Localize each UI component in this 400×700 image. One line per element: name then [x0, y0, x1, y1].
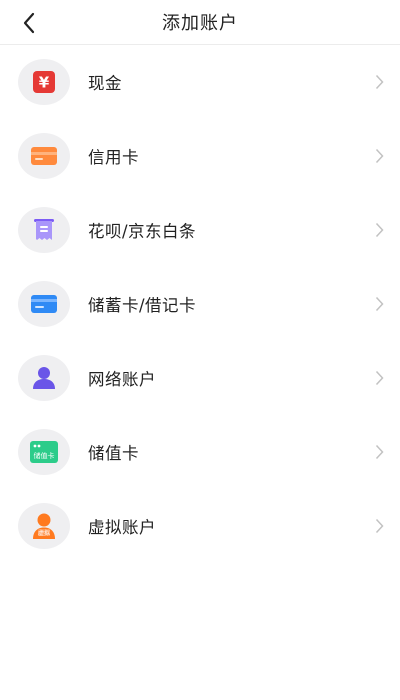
account-type-label: 储蓄卡/借记卡 — [88, 296, 197, 315]
chevron-right-icon — [372, 442, 386, 462]
page-title: 添加账户 — [162, 13, 238, 34]
virtual-user-icon: 虚拟 — [29, 512, 59, 540]
account-type-label: 虚拟账户 — [88, 518, 156, 537]
back-button[interactable] — [14, 8, 44, 38]
account-type-huabei-baitiao[interactable]: 花呗/京东白条 — [0, 193, 400, 267]
account-type-label: 信用卡 — [88, 148, 139, 167]
user-icon — [30, 365, 58, 391]
user-icon-container — [18, 355, 70, 401]
stored-value-card-icon: 储值卡 — [29, 440, 59, 464]
receipt-icon-container — [18, 207, 70, 253]
credit-card-icon-container — [18, 133, 70, 179]
receipt-icon — [31, 217, 57, 243]
debit-card-icon — [30, 293, 58, 315]
svg-text:虚拟: 虚拟 — [38, 529, 50, 537]
chevron-right-icon — [372, 368, 386, 388]
virtual-user-icon-container: 虚拟 — [18, 503, 70, 549]
cash-icon-container: ¥ — [18, 59, 70, 105]
account-type-online-account[interactable]: 网络账户 — [0, 341, 400, 415]
stored-value-card-icon-container: 储值卡 — [18, 429, 70, 475]
header-bar: 添加账户 — [0, 0, 400, 45]
credit-card-icon — [30, 145, 58, 167]
account-type-label: 储值卡 — [88, 444, 139, 463]
account-type-list: ¥ 现金 信用卡 花呗/京东白条 储蓄卡/借记卡 网络账户 储值卡 储值卡 虚拟… — [0, 45, 400, 563]
account-type-cash[interactable]: ¥ 现金 — [0, 45, 400, 119]
chevron-left-icon — [22, 12, 36, 34]
chevron-right-icon — [372, 72, 386, 92]
debit-card-icon-container — [18, 281, 70, 327]
chevron-right-icon — [372, 146, 386, 166]
cash-yuan-icon: ¥ — [31, 69, 57, 95]
svg-text:储值卡: 储值卡 — [34, 451, 55, 460]
chevron-right-icon — [372, 294, 386, 314]
chevron-right-icon — [372, 516, 386, 536]
account-type-label: 现金 — [88, 74, 122, 93]
chevron-right-icon — [372, 220, 386, 240]
account-type-label: 网络账户 — [88, 370, 156, 389]
add-account-screen: 添加账户 ¥ 现金 信用卡 花呗/京东白条 储蓄卡/借记卡 网络账户 储值卡 储… — [0, 0, 400, 700]
svg-text:¥: ¥ — [39, 74, 50, 92]
account-type-virtual-account[interactable]: 虚拟 虚拟账户 — [0, 489, 400, 563]
account-type-stored-value-card[interactable]: 储值卡 储值卡 — [0, 415, 400, 489]
account-type-debit-card[interactable]: 储蓄卡/借记卡 — [0, 267, 400, 341]
account-type-credit-card[interactable]: 信用卡 — [0, 119, 400, 193]
account-type-label: 花呗/京东白条 — [88, 222, 197, 241]
